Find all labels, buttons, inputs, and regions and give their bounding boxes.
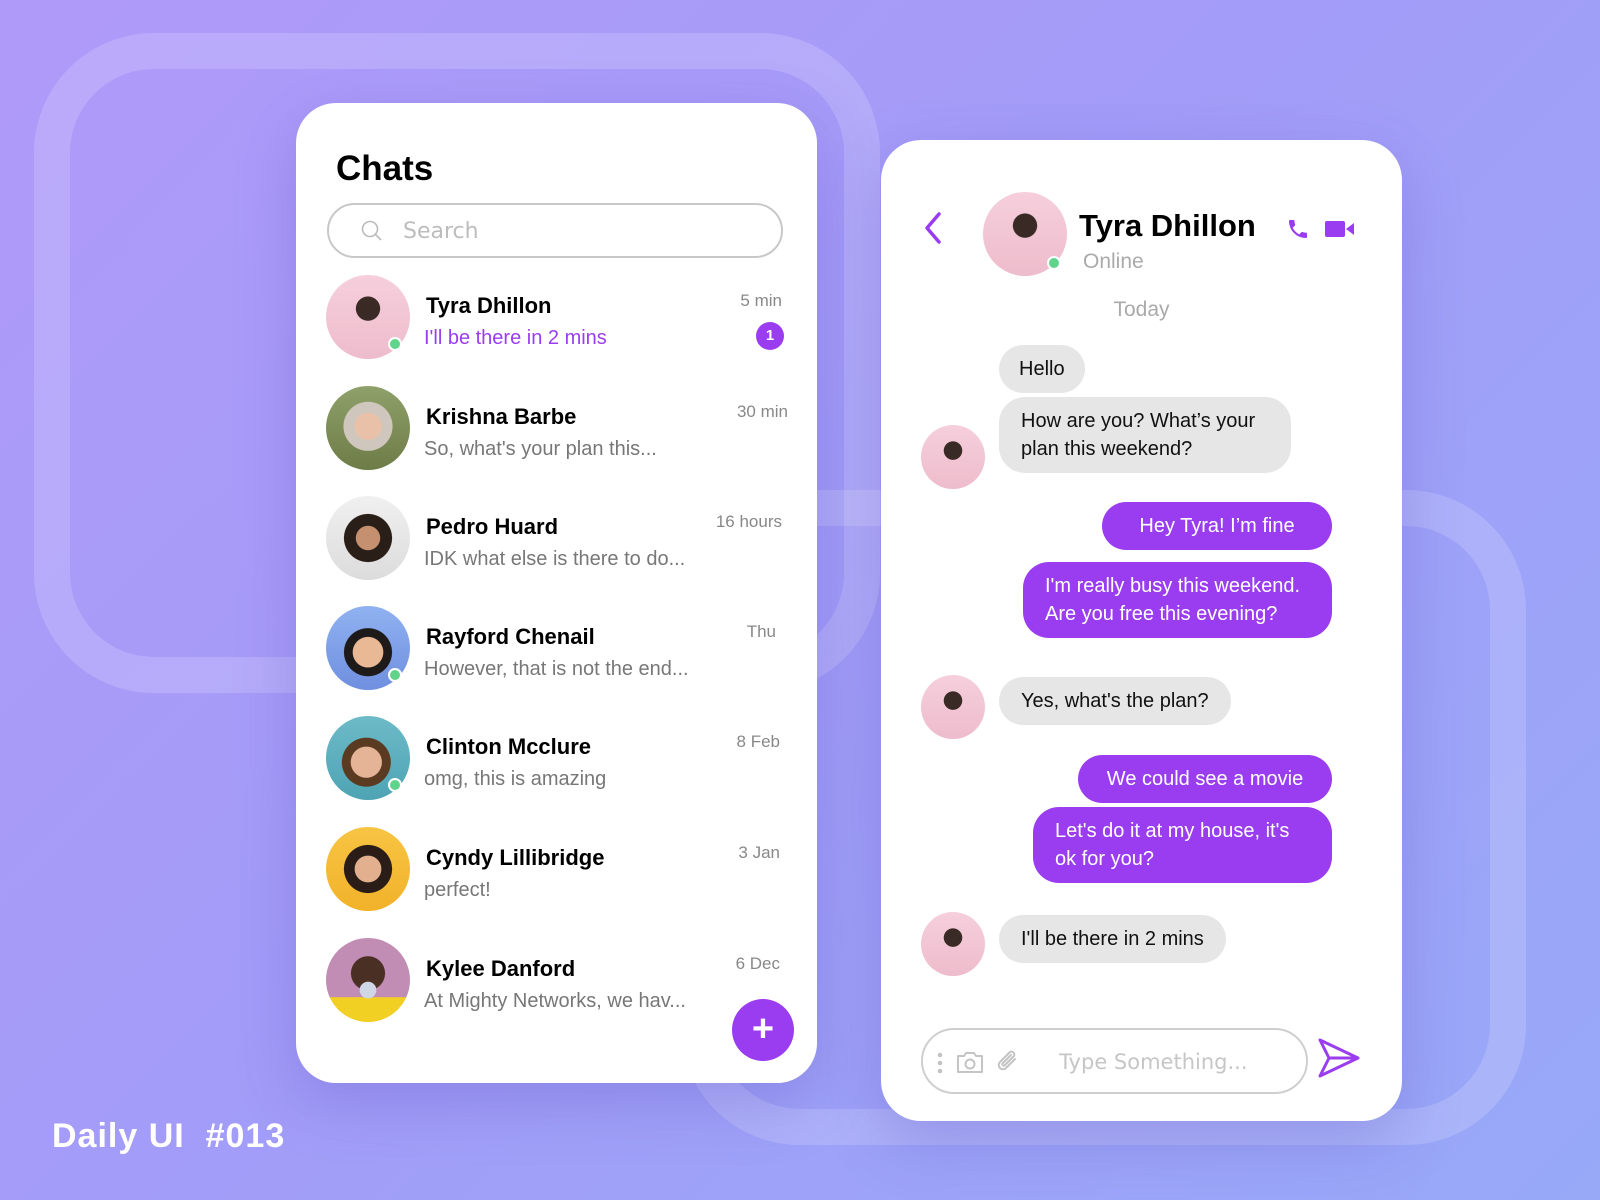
contact-name: Kylee Danford — [426, 956, 576, 981]
avatar — [326, 827, 410, 911]
timestamp: 8 Feb — [736, 732, 780, 751]
sender-avatar — [921, 675, 985, 739]
message-bubble-outgoing: Hey Tyra! I’m fine — [1102, 502, 1332, 550]
last-message: I'll be there in 2 mins — [424, 327, 607, 349]
more-options-icon[interactable] — [937, 1052, 943, 1074]
message-input[interactable] — [1059, 1047, 1299, 1077]
contact-name: Cyndy Lillibridge — [426, 845, 605, 870]
online-indicator — [388, 668, 402, 682]
chat-list-item[interactable]: Tyra Dhillon I'll be there in 2 mins 5 m… — [326, 275, 786, 365]
attachment-icon[interactable] — [995, 1048, 1021, 1076]
phone-icon[interactable] — [1286, 216, 1310, 242]
online-indicator — [388, 337, 402, 351]
sender-avatar — [921, 425, 985, 489]
sender-avatar — [921, 912, 985, 976]
search-field[interactable] — [327, 203, 783, 258]
avatar — [326, 938, 410, 1022]
chat-list-item[interactable]: Kylee Danford At Mighty Networks, we hav… — [326, 938, 786, 1028]
chat-list-item[interactable]: Rayford Chenail However, that is not the… — [326, 606, 786, 696]
camera-icon[interactable] — [955, 1050, 985, 1074]
last-message: However, that is not the end... — [424, 658, 689, 680]
contact-name: Pedro Huard — [426, 514, 559, 539]
search-input[interactable] — [403, 215, 763, 247]
avatar — [326, 496, 410, 580]
back-arrow-icon[interactable] — [921, 210, 945, 246]
chat-list-item[interactable]: Krishna Barbe So, what's your plan this.… — [326, 386, 788, 476]
message-bubble-incoming: Yes, what's the plan? — [999, 677, 1231, 725]
message-bubble-outgoing: Let's do it at my house, it's ok for you… — [1033, 807, 1332, 883]
contact-name: Tyra Dhillon — [1079, 208, 1256, 243]
last-message: So, what's your plan this... — [424, 438, 657, 460]
last-message: IDK what else is there to do... — [424, 548, 686, 570]
message-composer[interactable] — [921, 1028, 1308, 1094]
video-camera-icon[interactable] — [1325, 220, 1355, 238]
chat-list-item[interactable]: Clinton Mcclure omg, this is amazing 8 F… — [326, 716, 786, 806]
online-indicator — [388, 778, 402, 792]
date-separator: Today — [1113, 298, 1170, 321]
send-icon[interactable] — [1317, 1037, 1361, 1079]
timestamp: 6 Dec — [735, 954, 780, 973]
contact-name: Clinton Mcclure — [426, 734, 592, 759]
last-message: perfect! — [424, 879, 491, 901]
contact-name: Rayford Chenail — [426, 624, 595, 649]
contact-status: Online — [1083, 250, 1144, 273]
conversation-panel: Tyra Dhillon Online Today Hello How are … — [881, 140, 1402, 1121]
page-title: Chats — [336, 149, 434, 188]
message-bubble-incoming: I'll be there in 2 mins — [999, 915, 1226, 963]
timestamp: 16 hours — [715, 512, 782, 531]
last-message: At Mighty Networks, we hav... — [424, 990, 686, 1012]
timestamp: 30 min — [736, 402, 788, 421]
search-icon — [361, 220, 382, 241]
message-bubble-outgoing: I'm really busy this weekend. Are you fr… — [1023, 562, 1332, 638]
message-bubble-incoming: Hello — [999, 345, 1085, 393]
footer-label: Daily UI #013 — [52, 1117, 286, 1155]
chat-list-item[interactable]: Pedro Huard IDK what else is there to do… — [326, 496, 786, 586]
timestamp: 5 min — [740, 291, 782, 310]
contact-name: Tyra Dhillon — [426, 293, 552, 318]
timestamp: Thu — [746, 622, 776, 641]
avatar — [326, 386, 410, 470]
online-indicator — [1047, 256, 1061, 270]
contact-name: Krishna Barbe — [426, 404, 577, 429]
unread-badge: 1 — [756, 322, 784, 350]
chat-list-panel: Chats Tyra Dhillon I'll be there in 2 mi… — [296, 103, 817, 1083]
chat-list-item[interactable]: Cyndy Lillibridge perfect! 3 Jan — [326, 827, 786, 917]
message-bubble-incoming: How are you? What’s your plan this weeke… — [999, 397, 1291, 473]
new-chat-button[interactable]: + — [732, 999, 794, 1061]
message-bubble-outgoing: We could see a movie — [1078, 755, 1332, 803]
timestamp: 3 Jan — [738, 843, 780, 862]
last-message: omg, this is amazing — [424, 768, 607, 790]
